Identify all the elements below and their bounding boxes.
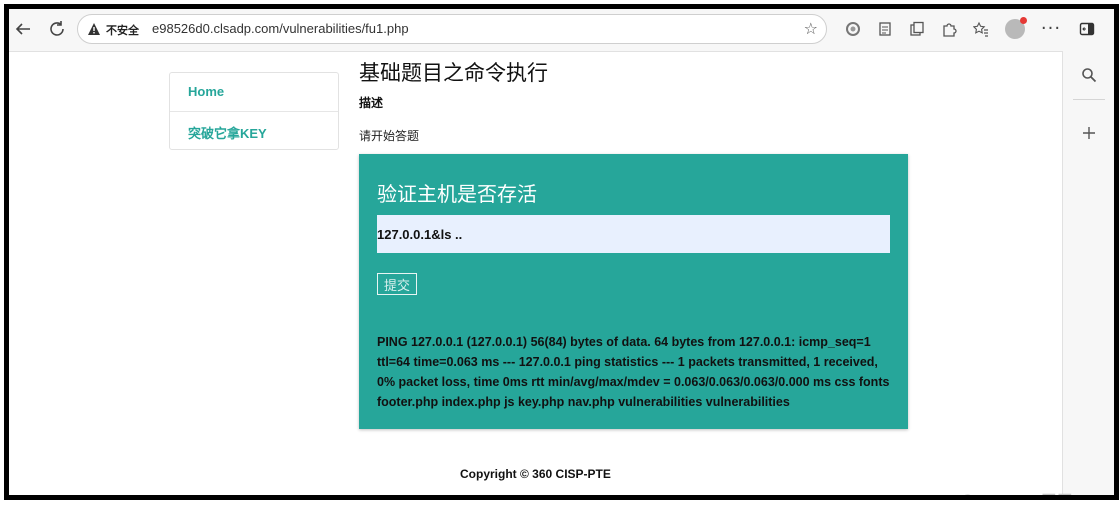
ip-input[interactable]: [377, 215, 890, 253]
more-icon[interactable]: ···: [1039, 17, 1063, 41]
description-text: 请开始答题: [359, 129, 420, 143]
reader-icon[interactable]: [873, 17, 897, 41]
avatar[interactable]: [1005, 17, 1027, 39]
nav-item-get-key[interactable]: 突破它拿KEY: [170, 111, 338, 149]
screenshot-frame: 不安全 e98526d0.clsadp.com/vulnerabilities/…: [4, 4, 1119, 500]
side-nav: Home 突破它拿KEY: [169, 72, 339, 150]
security-label[interactable]: 不安全: [106, 22, 139, 38]
footer-copyright: Copyright © 360 CISP-PTE: [460, 467, 611, 481]
address-bar[interactable]: 不安全 e98526d0.clsadp.com/vulnerabilities/…: [77, 14, 827, 44]
circle-icon[interactable]: [841, 17, 865, 41]
watermark: CSDN @mooyuan天天: [909, 487, 1073, 495]
back-arrow-icon[interactable]: [11, 17, 35, 41]
command-output: PING 127.0.0.1 (127.0.0.1) 56(84) bytes …: [377, 335, 890, 409]
nav-item-home[interactable]: Home: [170, 73, 338, 111]
collections-icon[interactable]: [905, 17, 929, 41]
favorites-icon[interactable]: [969, 17, 993, 41]
panel-heading: 验证主机是否存活: [377, 182, 537, 206]
extensions-icon[interactable]: [937, 17, 961, 41]
url-text[interactable]: e98526d0.clsadp.com/vulnerabilities/fu1.…: [152, 21, 409, 36]
search-icon[interactable]: [1079, 65, 1099, 85]
browser-sidebar: [1062, 51, 1114, 495]
ping-panel: 验证主机是否存活 提交 PING 127.0.0.1 (127.0.0.1) 5…: [359, 154, 908, 429]
reload-icon[interactable]: [45, 17, 69, 41]
description-label: 描述: [359, 96, 384, 110]
page-title: 基础题目之命令执行: [359, 61, 548, 85]
sidebar-divider: [1073, 99, 1105, 100]
warning-icon[interactable]: [86, 21, 102, 37]
sidebar-toggle-icon[interactable]: [1075, 17, 1099, 41]
plus-icon[interactable]: [1079, 123, 1099, 143]
submit-button[interactable]: 提交: [377, 273, 417, 295]
star-icon[interactable]: ☆: [804, 19, 818, 38]
browser-toolbar: 不安全 e98526d0.clsadp.com/vulnerabilities/…: [9, 9, 1114, 52]
